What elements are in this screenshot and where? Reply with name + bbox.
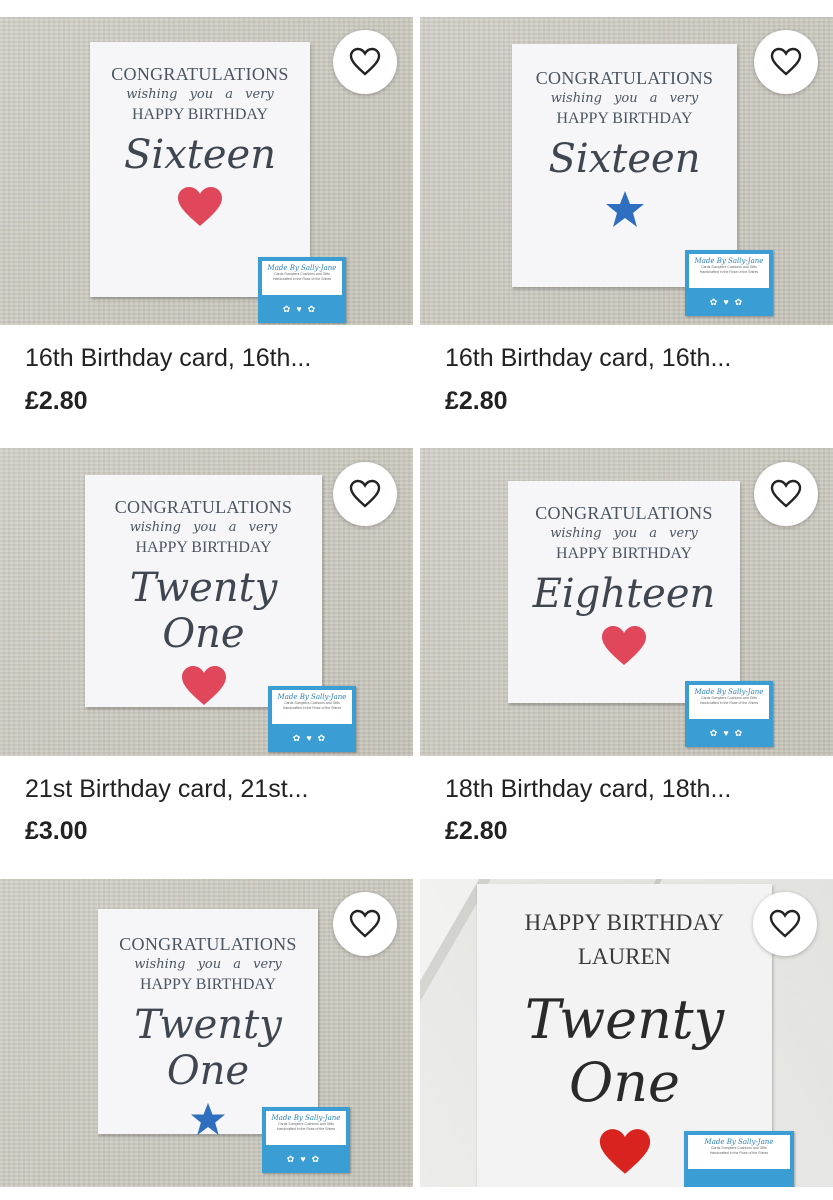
- card-text: CONGRATULATIONS: [535, 503, 713, 523]
- listing-price: £2.80: [25, 387, 88, 415]
- listing-photo[interactable]: CONGRATULATIONS wishing you a very HAPPY…: [420, 17, 833, 325]
- card-text: wishing you a very: [126, 87, 274, 102]
- card-text: HAPPY BIRTHDAY: [139, 976, 277, 993]
- card-age-text: Sixteen: [548, 136, 701, 182]
- maker-label: Made By Sally-Jane Cards Sumpters Cushion…: [258, 257, 346, 323]
- listing-price: £3.00: [25, 817, 88, 845]
- maker-label: Made By Sally-Jane Cards Sumpters Cushion…: [684, 1131, 794, 1187]
- maker-label: Made By Sally-Jane Cards Sumpters Cushion…: [685, 250, 773, 316]
- maker-label: Made By Sally-Jane Cards Sumpters Cushion…: [268, 686, 356, 752]
- greeting-card-image: CONGRATULATIONS wishing you a very HAPPY…: [98, 909, 318, 1136]
- heart-outline-icon: [769, 909, 801, 938]
- listing-card[interactable]: CONGRATULATIONS wishing you a very HAPPY…: [0, 879, 413, 1187]
- card-text: CONGRATULATIONS: [114, 497, 293, 517]
- star-icon: [191, 1102, 225, 1136]
- favorite-button[interactable]: [753, 892, 817, 956]
- heart-icon: [178, 187, 222, 226]
- card-text: HAPPY BIRTHDAY: [131, 106, 269, 123]
- listing-photo[interactable]: CONGRATULATIONS wishing you a very HAPPY…: [0, 448, 413, 756]
- heart-outline-icon: [770, 479, 802, 508]
- heart-outline-icon: [349, 479, 381, 508]
- maker-label: Made By Sally-Jane Cards Sumpters Cushion…: [262, 1107, 350, 1173]
- card-text: wishing you a very: [550, 91, 699, 106]
- listing-card[interactable]: CONGRATULATIONS wishing you a very HAPPY…: [0, 448, 413, 845]
- favorite-button[interactable]: [754, 462, 818, 526]
- star-icon: [605, 191, 644, 227]
- card-text: LAUREN: [577, 944, 672, 969]
- card-age-text: Twenty One: [129, 565, 278, 657]
- card-text: CONGRATULATIONS: [119, 934, 297, 954]
- favorite-button[interactable]: [754, 30, 818, 94]
- card-age-text: Twenty One: [524, 988, 725, 1114]
- heart-icon: [599, 1129, 650, 1174]
- listing-photo[interactable]: CONGRATULATIONS wishing you a very HAPPY…: [420, 448, 833, 756]
- card-text: CONGRATULATIONS: [111, 64, 289, 84]
- card-text: HAPPY BIRTHDAY: [555, 545, 693, 562]
- heart-outline-icon: [349, 47, 381, 76]
- greeting-card-image: CONGRATULATIONS wishing you a very HAPPY…: [85, 475, 322, 707]
- maker-label: Made By Sally-Jane Cards Sumpters Cushion…: [685, 681, 773, 747]
- favorite-button[interactable]: [333, 892, 397, 956]
- favorite-button[interactable]: [333, 30, 397, 94]
- card-age-text: Twenty One: [134, 1002, 282, 1094]
- listing-price: £2.80: [445, 817, 508, 845]
- listing-title[interactable]: 21st Birthday card, 21st...: [25, 775, 395, 804]
- listing-title[interactable]: 18th Birthday card, 18th...: [445, 775, 815, 804]
- heart-outline-icon: [770, 47, 802, 76]
- card-text: wishing you a very: [550, 526, 698, 541]
- card-text: wishing you a very: [129, 520, 278, 535]
- card-text: wishing you a very: [134, 957, 282, 972]
- listing-card[interactable]: CONGRATULATIONS wishing you a very HAPPY…: [0, 17, 413, 415]
- card-age-text: Sixteen: [124, 132, 276, 178]
- card-age-text: Eighteen: [532, 571, 716, 617]
- listing-photo[interactable]: CONGRATULATIONS wishing you a very HAPPY…: [0, 879, 413, 1187]
- listing-title[interactable]: 16th Birthday card, 16th...: [445, 344, 815, 373]
- heart-icon: [181, 666, 226, 705]
- listing-card[interactable]: CONGRATULATIONS wishing you a very HAPPY…: [420, 448, 833, 845]
- card-text: HAPPY BIRTHDAY: [556, 110, 693, 127]
- heart-outline-icon: [349, 909, 381, 938]
- listing-price: £2.80: [445, 387, 508, 415]
- card-text: CONGRATULATIONS: [535, 68, 714, 88]
- card-text: HAPPY BIRTHDAY: [135, 539, 272, 556]
- heart-icon: [602, 626, 646, 665]
- listing-photo[interactable]: HAPPY BIRTHDAY LAUREN Twenty One Made By…: [420, 879, 833, 1187]
- card-text: HAPPY BIRTHDAY: [524, 910, 725, 935]
- favorite-button[interactable]: [333, 462, 397, 526]
- listing-title[interactable]: 16th Birthday card, 16th...: [25, 344, 395, 373]
- listing-card[interactable]: CONGRATULATIONS wishing you a very HAPPY…: [420, 17, 833, 415]
- listing-photo[interactable]: CONGRATULATIONS wishing you a very HAPPY…: [0, 17, 413, 325]
- greeting-card-image: CONGRATULATIONS wishing you a very HAPPY…: [508, 481, 740, 703]
- listing-card[interactable]: HAPPY BIRTHDAY LAUREN Twenty One Made By…: [420, 879, 833, 1187]
